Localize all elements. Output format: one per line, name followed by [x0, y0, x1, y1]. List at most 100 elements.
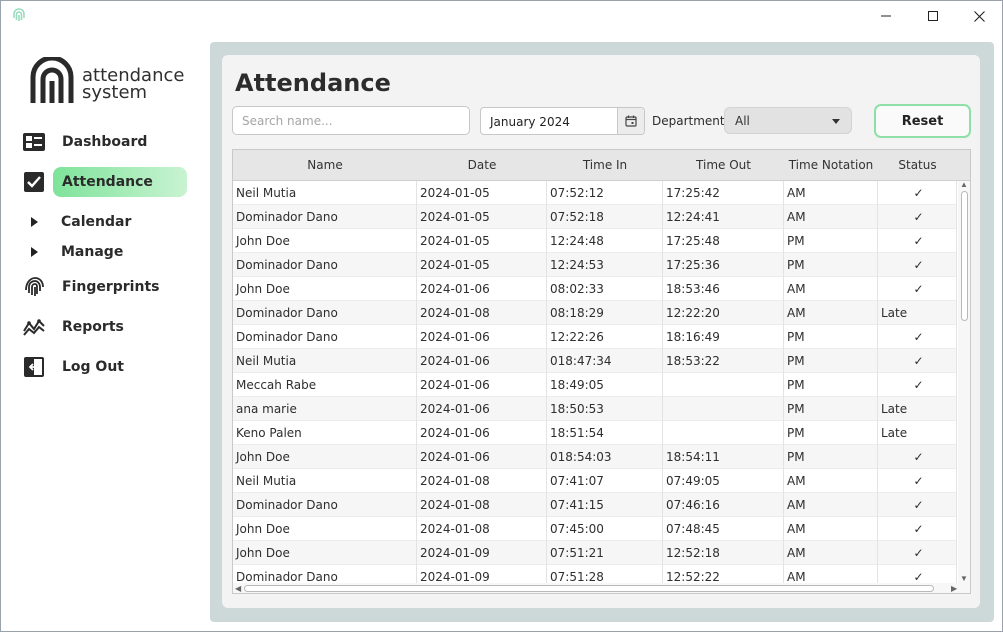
horizontal-scroll-thumb[interactable]: [244, 585, 934, 592]
column-header-time-notation[interactable]: Time Notation: [784, 150, 878, 181]
cell-name: Keno Palen: [233, 421, 417, 445]
nav-attendance[interactable]: Attendance: [21, 167, 187, 197]
horizontal-scrollbar[interactable]: ◀ ▶: [233, 583, 970, 593]
column-header-status[interactable]: Status: [878, 150, 957, 181]
reset-button[interactable]: Reset: [874, 104, 971, 138]
table-row[interactable]: John Doe 2024-01-08 07:45:00 07:48:45 AM ✓: [233, 517, 957, 541]
app-logo: attendance system: [29, 57, 199, 109]
cell-date: 2024-01-08: [417, 493, 547, 517]
table-row[interactable]: Dominador Dano 2024-01-05 12:24:53 17:25:36…: [233, 253, 957, 277]
column-header-time-in[interactable]: Time In: [547, 150, 663, 181]
cell-time-out: 07:46:16: [663, 493, 784, 517]
cell-time-in: 08:02:33: [547, 277, 663, 301]
table-row[interactable]: John Doe 2024-01-06 08:02:33 18:53:46 AM ✓: [233, 277, 957, 301]
table-row[interactable]: John Doe 2024-01-09 07:51:21 12:52:18 AM ✓: [233, 541, 957, 565]
table-row[interactable]: Keno Palen 2024-01-06 18:51:54 PM Late: [233, 421, 957, 445]
vertical-scroll-thumb[interactable]: [961, 191, 968, 321]
close-icon: [973, 10, 985, 22]
table-row[interactable]: Dominador Dano 2024-01-08 08:18:29 12:22:20…: [233, 301, 957, 325]
scroll-down-icon[interactable]: ▼: [960, 575, 968, 583]
cell-time-in: 018:47:34: [547, 349, 663, 373]
table-row[interactable]: Dominador Dano 2024-01-06 12:22:26 18:16:49…: [233, 325, 957, 349]
cell-date: 2024-01-05: [417, 205, 547, 229]
column-header-time-out[interactable]: Time Out: [663, 150, 784, 181]
app-window: attendance system Dashboard Attendance C…: [0, 0, 1003, 632]
nav-logout[interactable]: Log Out: [21, 352, 187, 382]
cell-name: John Doe: [233, 541, 417, 565]
cell-date: 2024-01-06: [417, 325, 547, 349]
cell-name: John Doe: [233, 445, 417, 469]
cell-name: Neil Mutia: [233, 469, 417, 493]
table-row[interactable]: Dominador Dano 2024-01-05 07:52:18 12:24:41…: [233, 205, 957, 229]
close-button[interactable]: [956, 1, 1002, 31]
cell-time-notation: AM: [784, 517, 878, 541]
cell-time-notation: PM: [784, 325, 878, 349]
title-bar: [1, 1, 1002, 31]
cell-date: 2024-01-08: [417, 517, 547, 541]
cell-time-in: 12:24:48: [547, 229, 663, 253]
table-row[interactable]: Meccah Rabe 2024-01-06 18:49:05 PM ✓: [233, 373, 957, 397]
maximize-icon: [928, 11, 938, 21]
cell-time-notation: PM: [784, 397, 878, 421]
cell-time-out: 18:53:22: [663, 349, 784, 373]
month-picker[interactable]: January 2024: [480, 107, 645, 135]
department-select-value: All: [735, 113, 750, 128]
nav-logout-label: Log Out: [62, 359, 124, 375]
cell-status: ✓: [878, 181, 957, 205]
calendar-button[interactable]: [617, 108, 644, 134]
cell-time-out: 12:52:18: [663, 541, 784, 565]
search-input[interactable]: [232, 106, 470, 135]
logout-icon: [21, 355, 47, 379]
table-row[interactable]: Neil Mutia 2024-01-05 07:52:12 17:25:42 AM ✓: [233, 181, 957, 205]
minimize-icon: [881, 15, 891, 17]
cell-time-notation: PM: [784, 253, 878, 277]
nav-calendar-label: Calendar: [61, 214, 132, 230]
scroll-right-icon[interactable]: ▶: [951, 585, 957, 593]
nav-manage[interactable]: Manage: [31, 241, 123, 263]
chevron-right-icon: [31, 247, 38, 257]
table-body: Neil Mutia 2024-01-05 07:52:12 17:25:42 AM ✓ D…: [233, 181, 957, 585]
nav-fingerprints[interactable]: Fingerprints: [21, 272, 187, 302]
table-row[interactable]: Neil Mutia 2024-01-06 018:47:34 18:53:22 PM ✓: [233, 349, 957, 373]
cell-time-notation: AM: [784, 277, 878, 301]
nav-reports[interactable]: Reports: [21, 312, 187, 342]
table-row[interactable]: ana marie 2024-01-06 18:50:53 PM Late: [233, 397, 957, 421]
cell-time-in: 07:52:12: [547, 181, 663, 205]
cell-name: Dominador Dano: [233, 205, 417, 229]
nav-calendar[interactable]: Calendar: [31, 211, 131, 233]
column-header-date[interactable]: Date: [417, 150, 547, 181]
nav-dashboard[interactable]: Dashboard: [21, 127, 187, 157]
cell-time-out: 07:48:45: [663, 517, 784, 541]
nav-reports-label: Reports: [62, 319, 124, 335]
column-header-name[interactable]: Name: [233, 150, 417, 181]
scroll-up-icon[interactable]: ▲: [960, 181, 968, 189]
cell-status: ✓: [878, 253, 957, 277]
cell-time-out: 12:24:41: [663, 205, 784, 229]
month-picker-value[interactable]: January 2024: [481, 108, 617, 134]
cell-status: ✓: [878, 229, 957, 253]
cell-status: Late: [878, 421, 957, 445]
vertical-scrollbar[interactable]: ▲ ▼: [958, 181, 970, 585]
table-row[interactable]: Neil Mutia 2024-01-08 07:41:07 07:49:05 AM ✓: [233, 469, 957, 493]
cell-time-notation: AM: [784, 181, 878, 205]
minimize-button[interactable]: [863, 1, 909, 31]
cell-date: 2024-01-09: [417, 565, 547, 585]
cell-status: Late: [878, 397, 957, 421]
cell-status: ✓: [878, 541, 957, 565]
table-row[interactable]: John Doe 2024-01-05 12:24:48 17:25:48 PM ✓: [233, 229, 957, 253]
table-row[interactable]: John Doe 2024-01-06 018:54:03 18:54:11 PM ✓: [233, 445, 957, 469]
cell-name: Dominador Dano: [233, 301, 417, 325]
maximize-button[interactable]: [910, 1, 956, 31]
chart-icon: [21, 315, 47, 339]
fingerprint-icon: [21, 275, 47, 299]
cell-time-notation: AM: [784, 565, 878, 585]
cell-date: 2024-01-06: [417, 349, 547, 373]
table-row[interactable]: Dominador Dano 2024-01-09 07:51:28 12:52:22…: [233, 565, 957, 585]
cell-date: 2024-01-09: [417, 541, 547, 565]
cell-time-in: 07:52:18: [547, 205, 663, 229]
scroll-left-icon[interactable]: ◀: [235, 585, 241, 593]
cell-time-in: 07:41:15: [547, 493, 663, 517]
cell-date: 2024-01-08: [417, 301, 547, 325]
table-row[interactable]: Dominador Dano 2024-01-08 07:41:15 07:46:16…: [233, 493, 957, 517]
department-select[interactable]: All: [724, 107, 852, 134]
